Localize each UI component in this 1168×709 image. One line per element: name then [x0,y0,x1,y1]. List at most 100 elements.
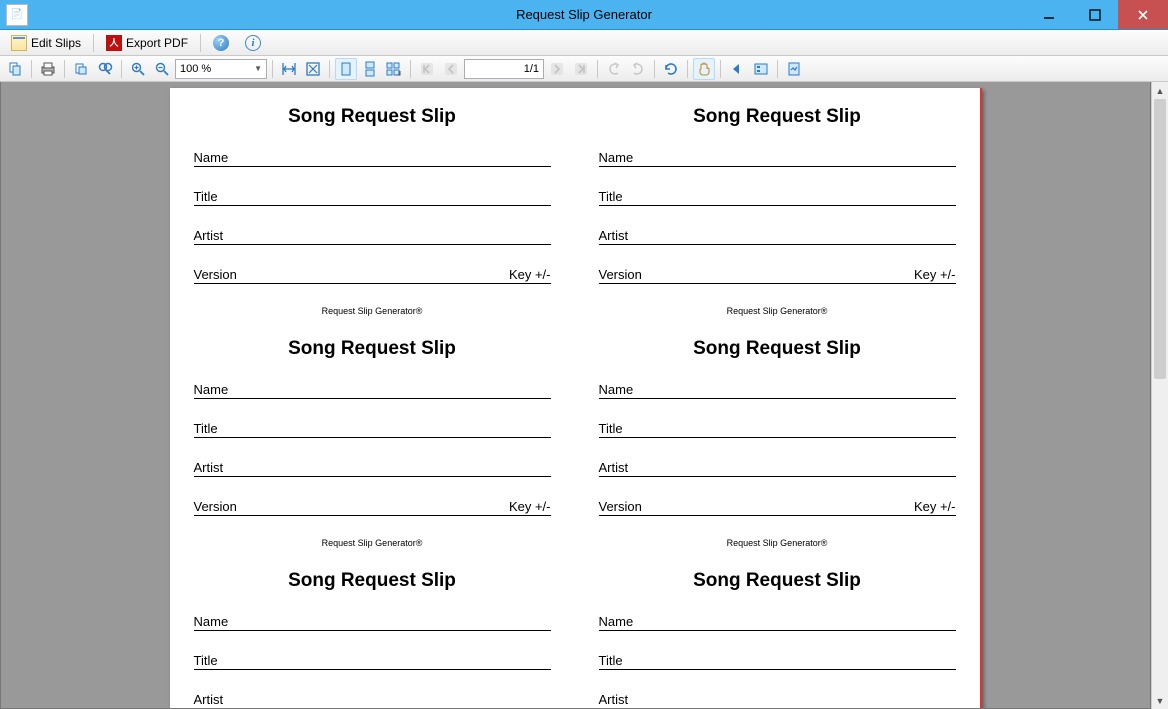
first-page-button[interactable] [416,58,438,80]
bookmarks-button[interactable] [750,58,772,80]
separator [687,60,688,78]
fit-page-button[interactable] [302,58,324,80]
find-button[interactable] [94,58,116,80]
label-key: Key +/- [509,267,551,282]
label-key: Key +/- [914,267,956,282]
page-setup-button[interactable] [783,58,805,80]
label-version: Version [599,499,642,514]
label-name: Name [599,382,634,397]
pdf-icon: 人 [106,35,122,51]
separator [720,60,721,78]
slip-footer: Request Slip Generator® [599,306,956,316]
slip-footer: Request Slip Generator® [194,538,551,548]
slip-footer: Request Slip Generator® [599,538,956,548]
next-page-button[interactable] [546,58,568,80]
edit-slips-icon [11,35,27,51]
field-name: Name [599,614,956,631]
export-pdf-button[interactable]: 人 Export PDF [99,32,195,54]
label-key: Key +/- [914,499,956,514]
multi-page-button[interactable] [383,58,405,80]
request-slip: Song Request Slip Name Title Artist Vers… [170,320,575,552]
field-version-key: VersionKey +/- [599,267,956,284]
prev-page-button[interactable] [440,58,462,80]
separator [410,60,411,78]
request-slip: Song Request Slip Name Title Artist Vers… [170,552,575,709]
separator [777,60,778,78]
print-button[interactable] [37,58,59,80]
edit-slips-button[interactable]: Edit Slips [4,32,88,54]
hand-tool-button[interactable] [693,58,715,80]
field-name: Name [194,614,551,631]
about-button[interactable]: i [238,32,268,54]
request-slip: Song Request Slip Name Title Artist Vers… [575,88,980,320]
fit-width-button[interactable] [278,58,300,80]
separator [654,60,655,78]
slip-heading: Song Request Slip [599,106,956,128]
page-number-value: 1/1 [524,63,539,75]
scroll-up-arrow-icon[interactable]: ▲ [1152,82,1168,99]
copy-page-button[interactable] [70,58,92,80]
label-artist: Artist [599,692,629,707]
viewer-toolbar: 100 % ▼ 1/1 [0,56,1168,82]
field-name: Name [599,150,956,167]
export-pdf-label: Export PDF [126,36,188,50]
label-name: Name [194,614,229,629]
zoom-combo[interactable]: 100 % ▼ [175,59,267,79]
last-page-button[interactable] [570,58,592,80]
label-title: Title [599,189,623,204]
slip-heading: Song Request Slip [194,570,551,592]
scroll-down-arrow-icon[interactable]: ▼ [1152,692,1168,709]
separator [272,60,273,78]
slip-footer: Request Slip Generator® [194,306,551,316]
field-title: Title [194,189,551,206]
field-version-key: Version Key +/- [194,267,551,284]
help-icon: ? [213,35,229,51]
page-number-box[interactable]: 1/1 [464,59,544,79]
info-icon: i [245,35,261,51]
separator [31,60,32,78]
title-bar: 📄 Request Slip Generator [0,0,1168,30]
redo-button[interactable] [627,58,649,80]
separator [64,60,65,78]
field-artist: Artist [599,460,956,477]
zoom-value: 100 % [180,63,211,75]
label-title: Title [599,421,623,436]
label-name: Name [194,150,229,165]
separator [121,60,122,78]
field-title: Title [194,421,551,438]
field-artist: Artist [599,692,956,709]
zoom-in-button[interactable] [127,58,149,80]
label-title: Title [194,421,218,436]
continuous-page-button[interactable] [359,58,381,80]
window-title: Request Slip Generator [0,7,1168,22]
document-viewport[interactable]: Song Request Slip Name Title Artist Vers… [0,82,1151,709]
field-version-key: VersionKey +/- [194,499,551,516]
field-title: Title [194,653,551,670]
minimize-button[interactable] [1026,0,1072,29]
field-title: Title [599,189,956,206]
nav-back-button[interactable] [726,58,748,80]
scroll-thumb[interactable] [1154,99,1166,379]
zoom-out-button[interactable] [151,58,173,80]
maximize-button[interactable] [1072,0,1118,29]
field-name: Name [599,382,956,399]
label-name: Name [599,614,634,629]
label-name: Name [194,382,229,397]
undo-button[interactable] [603,58,625,80]
slip-heading: Song Request Slip [599,338,956,360]
chevron-down-icon: ▼ [254,64,262,73]
slip-heading: Song Request Slip [599,570,956,592]
label-version: Version [194,267,237,282]
label-artist: Artist [599,460,629,475]
copy-button[interactable] [4,58,26,80]
close-button[interactable] [1118,0,1168,29]
field-artist: Artist [194,460,551,477]
single-page-button[interactable] [335,58,357,80]
refresh-button[interactable] [660,58,682,80]
label-title: Title [599,653,623,668]
label-artist: Artist [194,228,224,243]
window-controls [1026,0,1168,29]
vertical-scrollbar[interactable]: ▲ ▼ [1151,82,1168,709]
field-artist: Artist [599,228,956,245]
help-button[interactable]: ? [206,32,236,54]
